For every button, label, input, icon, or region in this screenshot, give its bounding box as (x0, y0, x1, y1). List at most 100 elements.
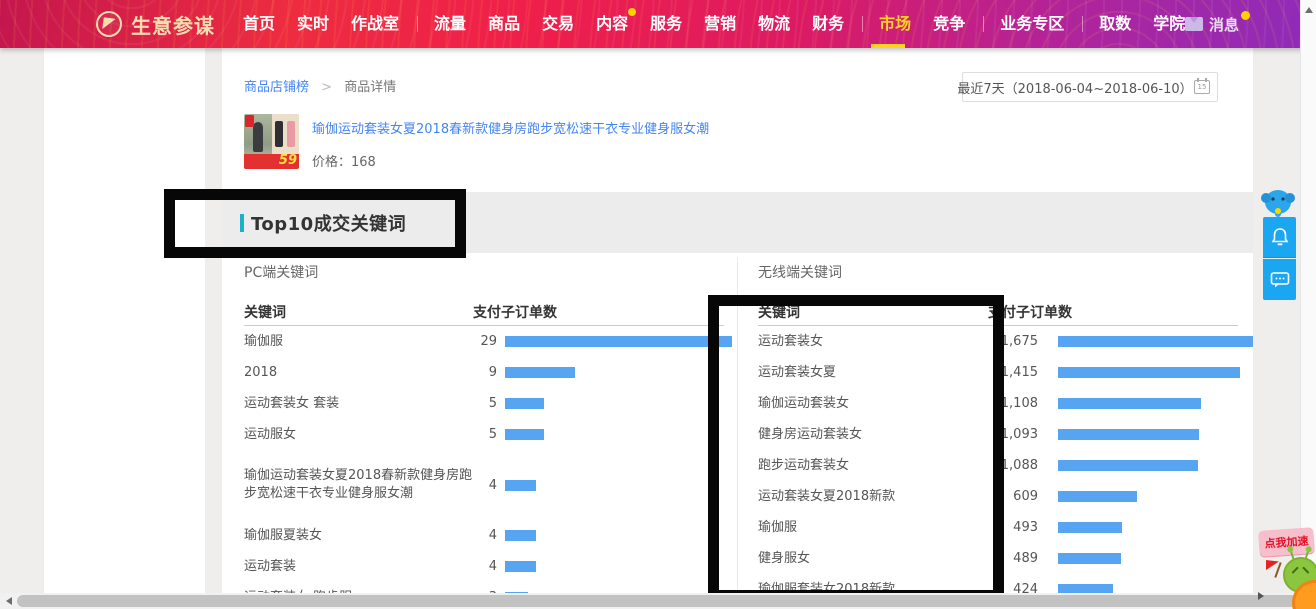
nav-divider (417, 16, 418, 32)
nav-item-label: 学院 (1153, 14, 1185, 33)
order-count-bar (505, 561, 536, 572)
order-count-cell: 5 (473, 396, 497, 411)
bar-container (505, 398, 544, 409)
collapse-arrow-icon[interactable] (1258, 592, 1264, 600)
date-range-label: 最近7天（2018-06-04~2018-06-10） (957, 78, 1192, 97)
product-image[interactable]: 59 (244, 114, 299, 169)
nav-item-product[interactable]: 商品 (488, 0, 520, 48)
nav-item-label: 财务 (812, 14, 844, 33)
keyword-cell: 瑜伽服夏装女 (244, 527, 473, 545)
nav-item-logistics[interactable]: 物流 (758, 0, 790, 48)
order-count-bar (1058, 398, 1201, 409)
keyword-cell: 2018 (244, 364, 473, 382)
bar-container (1058, 522, 1122, 533)
calendar-icon: 15 (1194, 80, 1210, 94)
nav-item-data-extract[interactable]: 取数 (1099, 0, 1131, 48)
table-row: 运动套装4 (244, 551, 724, 582)
column-divider (737, 258, 738, 593)
breadcrumb: 商品店铺榜 > 商品详情 (244, 76, 396, 95)
brand-name: 生意参谋 (131, 10, 215, 39)
nav-item-market[interactable]: 市场 (879, 0, 911, 48)
nav-item-realtime[interactable]: 实时 (297, 0, 329, 48)
scroll-left-arrow[interactable] (6, 597, 12, 605)
breadcrumb-link-rank[interactable]: 商品店铺榜 (244, 80, 309, 95)
keyword-cell: 瑜伽服 (758, 519, 988, 537)
keyword-cell: 健身房运动套装女 (758, 426, 988, 444)
nav-item-finance[interactable]: 财务 (812, 0, 844, 48)
vertical-scrollbar[interactable] (1300, 0, 1316, 593)
table-row: 运动套装女 套装5 (244, 388, 724, 419)
bar-container (505, 480, 536, 491)
keyword-column-header: 关键词 (244, 302, 473, 322)
table-row: 瑜伽服套装女2018新款424 (758, 574, 1238, 593)
nav-item-business-zone[interactable]: 业务专区 (1000, 0, 1064, 48)
horizontal-scrollbar-thumb[interactable] (17, 595, 1297, 607)
table-row: 瑜伽服29 (244, 326, 724, 357)
nav-item-label: 竞争 (933, 14, 965, 33)
section-title: Top10成交关键词 (251, 210, 406, 236)
keyword-cell: 瑜伽运动套装女 (758, 395, 988, 413)
calendar-button[interactable]: 15 (1187, 72, 1218, 102)
notification-dot (628, 8, 636, 16)
brand[interactable]: 生意参谋 (96, 10, 215, 39)
bar-container (1058, 367, 1240, 378)
chat-icon (1270, 271, 1290, 289)
horizontal-scrollbar[interactable] (0, 593, 1300, 609)
order-count-cell: 1,108 (988, 396, 1038, 411)
pc-table-title: PC端关键词 (244, 262, 724, 282)
feedback-chat-button[interactable] (1263, 259, 1296, 300)
breadcrumb-separator: > (321, 80, 332, 95)
bar-container (505, 429, 544, 440)
table-row: 跑步运动套装女1,088 (758, 450, 1238, 481)
scroll-up-arrow[interactable] (1305, 7, 1313, 13)
table-row: 健身服女489 (758, 543, 1238, 574)
keyword-cell: 运动套装女 (758, 333, 988, 351)
nav-item-content[interactable]: 内容 (596, 0, 628, 48)
product-title-link[interactable]: 瑜伽运动套装女夏2018春新款健身房跑步宽松速干衣专业健身服女潮 (312, 118, 872, 137)
bar-container (505, 336, 732, 347)
nav-item-home[interactable]: 首页 (243, 0, 275, 48)
pc-keywords-table: PC端关键词 关键词 支付子订单数 瑜伽服2920189运动套装女 套装5运动服… (244, 262, 724, 593)
nav-item-label: 作战室 (351, 14, 399, 33)
section-accent-bar (240, 214, 244, 232)
bar-container (1058, 491, 1137, 502)
order-count-bar (505, 398, 544, 409)
table-row: 瑜伽服夏装女4 (244, 520, 724, 551)
bar-container (1058, 429, 1199, 440)
keyword-cell: 瑜伽服套装女2018新款 (758, 581, 988, 594)
keyword-column-header: 关键词 (758, 302, 988, 322)
bar-container (1058, 553, 1121, 564)
order-count-bar (1058, 584, 1113, 593)
order-count-bar (1058, 336, 1253, 347)
nav-divider (862, 16, 863, 32)
nav-item-traffic[interactable]: 流量 (434, 0, 466, 48)
bar-container (505, 561, 536, 572)
bell-icon (1271, 227, 1289, 247)
elephant-mascot[interactable] (1260, 186, 1296, 218)
keyword-cell: 跑步运动套装女 (758, 457, 988, 475)
table-header: 关键词 支付子订单数 (758, 298, 1238, 326)
table-row: 瑜伽运动套装女1,108 (758, 388, 1238, 419)
order-count-bar (1058, 367, 1240, 378)
nav-item-war-room[interactable]: 作战室 (351, 0, 399, 48)
table-row: 健身房运动套装女1,093 (758, 419, 1238, 450)
order-count-bar (1058, 429, 1199, 440)
bar-container (1058, 336, 1253, 347)
notification-bell-button[interactable] (1263, 217, 1296, 258)
nav-message-label: 消息 (1209, 14, 1239, 35)
bar-container (505, 530, 536, 541)
nav-item-trade[interactable]: 交易 (542, 0, 574, 48)
speedup-mascot[interactable]: 点我加速 (1256, 524, 1316, 609)
nav-item-competition[interactable]: 竞争 (933, 0, 965, 48)
table-row: 瑜伽服493 (758, 512, 1238, 543)
keyword-cell: 运动套装女 套装 (244, 395, 473, 413)
nav-item-service[interactable]: 服务 (650, 0, 682, 48)
nav-item-marketing[interactable]: 营销 (704, 0, 736, 48)
date-range-selector[interactable]: 最近7天（2018-06-04~2018-06-10） (962, 72, 1188, 102)
nav-item-academy[interactable]: 学院 (1153, 0, 1185, 48)
product-image-badge (245, 115, 254, 127)
order-count-bar (1058, 460, 1198, 471)
nav-item-messages[interactable]: 消息 (1185, 0, 1248, 48)
order-count-bar (1058, 491, 1137, 502)
top-nav: 生意参谋 首页实时 作战室 流量商品交易内容服务营销物流 财务 市场 竞争 业务专区取数 学院… (0, 0, 1316, 48)
